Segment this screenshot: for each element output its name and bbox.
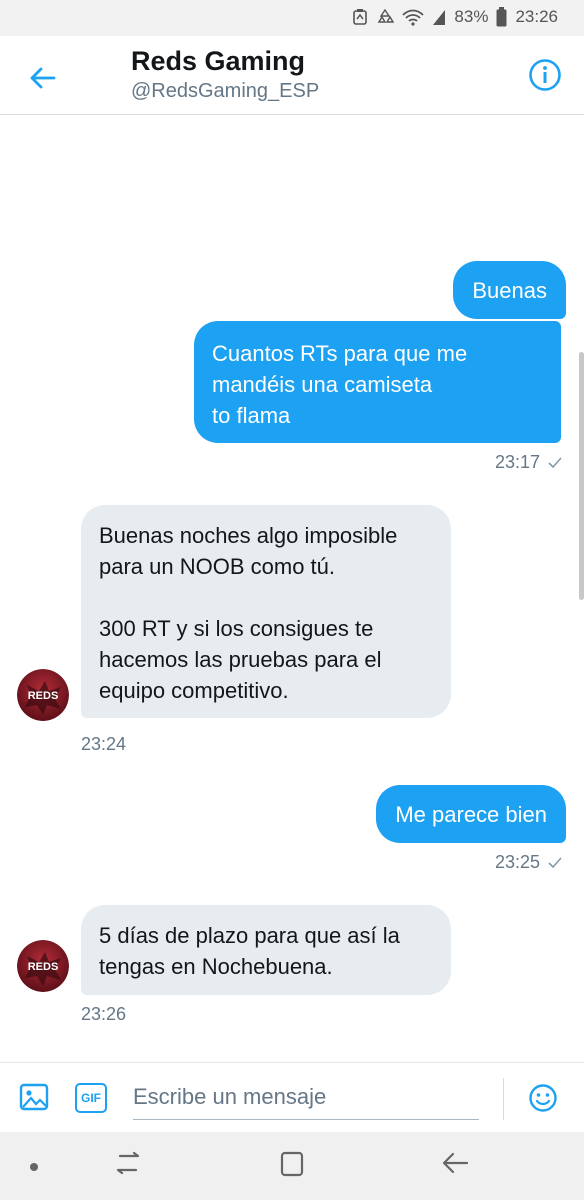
gif-button[interactable]: GIF xyxy=(75,1083,107,1113)
conversation-title: Reds Gaming xyxy=(131,46,306,76)
message-input[interactable] xyxy=(133,1075,479,1120)
message-text: 5 días de plazo para que así la tengas e… xyxy=(99,923,400,979)
avatar[interactable]: REDS xyxy=(17,669,69,721)
recents-icon xyxy=(116,1151,140,1175)
emoji-button[interactable] xyxy=(528,1083,558,1118)
message-text: Me parece bien xyxy=(395,801,547,827)
signal-icon xyxy=(433,10,446,25)
status-bar: 83% 23:26 xyxy=(0,0,584,36)
conversation-handle: @RedsGaming_ESP xyxy=(131,80,320,102)
battery-percent: 83% xyxy=(454,7,489,26)
outgoing-message[interactable]: Buenas xyxy=(453,261,566,319)
nav-dot-button[interactable] xyxy=(28,1160,40,1178)
conversation-header: Reds Gaming @RedsGaming_ESP xyxy=(0,36,584,115)
svg-text:REDS: REDS xyxy=(28,961,59,973)
outgoing-message[interactable]: Me parece bien xyxy=(376,785,566,843)
message-text: Cuantos RTs para que me mandéis una cami… xyxy=(212,341,468,428)
svg-text:REDS: REDS xyxy=(28,690,59,702)
message-composer: GIF xyxy=(0,1062,584,1133)
system-navigation-bar xyxy=(0,1132,584,1200)
message-timestamp: 23:24 xyxy=(81,734,127,754)
scrollbar-thumb[interactable] xyxy=(579,352,584,600)
data-saver-icon xyxy=(353,9,368,25)
message-timestamp: 23:17 xyxy=(495,452,562,473)
message-list[interactable]: Buenas Cuantos RTs para que me mandéis u… xyxy=(0,115,584,1065)
message-text: Buenas xyxy=(472,277,547,303)
message-timestamp: 23:26 xyxy=(81,1004,127,1024)
dot-icon xyxy=(30,1163,38,1171)
sent-check-icon xyxy=(548,457,562,469)
recent-apps-button[interactable] xyxy=(114,1150,142,1181)
sent-check-icon xyxy=(548,857,562,869)
outgoing-message[interactable]: Cuantos RTs para que me mandéis una cami… xyxy=(194,321,561,443)
reds-gaming-logo: REDS xyxy=(17,940,69,992)
nav-back-button[interactable] xyxy=(441,1150,469,1181)
message-timestamp: 23:25 xyxy=(495,852,562,873)
back-button[interactable] xyxy=(22,58,62,98)
home-square-icon xyxy=(280,1151,304,1177)
image-icon xyxy=(19,1083,49,1111)
back-arrow-icon xyxy=(30,67,56,89)
wifi-icon xyxy=(402,9,425,26)
home-button[interactable] xyxy=(279,1150,305,1183)
incoming-message[interactable]: 5 días de plazo para que así la tengas e… xyxy=(81,905,451,995)
avatar[interactable]: REDS xyxy=(17,940,69,992)
status-time: 23:26 xyxy=(515,7,558,26)
status-icons: 83% 23:26 xyxy=(352,7,558,27)
back-icon xyxy=(442,1152,469,1174)
info-button[interactable] xyxy=(528,58,566,96)
message-text: Buenas noches algo imposible para un NOO… xyxy=(99,523,398,703)
reds-gaming-logo: REDS xyxy=(17,669,69,721)
battery-icon xyxy=(496,7,507,27)
smiley-icon xyxy=(529,1084,557,1112)
add-photo-button[interactable] xyxy=(18,1081,50,1118)
info-icon xyxy=(529,59,561,91)
incoming-message[interactable]: Buenas noches algo imposible para un NOO… xyxy=(81,505,451,718)
divider xyxy=(503,1078,504,1120)
recycle-icon xyxy=(378,8,395,23)
